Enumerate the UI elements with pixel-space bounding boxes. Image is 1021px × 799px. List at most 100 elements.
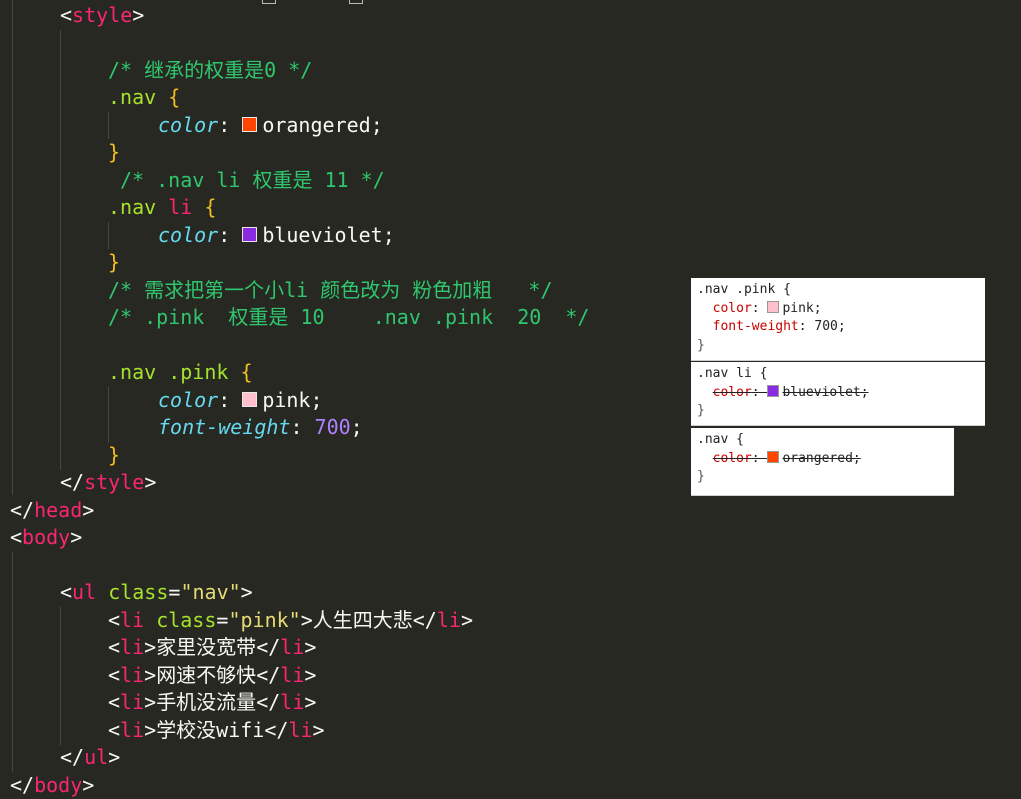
- brace: }: [108, 250, 121, 274]
- tag-name: li: [120, 663, 145, 687]
- attr-value: "pink": [228, 608, 301, 632]
- rule-selector: .nav .pink {: [697, 282, 791, 297]
- value: pink: [262, 388, 311, 412]
- rule-close-brace: }: [697, 469, 705, 484]
- code-line-body-open: <body>: [10, 525, 83, 549]
- tag-name: li: [120, 635, 145, 659]
- css-rule-nav-li[interactable]: .nav li { color: blueviolet; }: [691, 362, 985, 426]
- code-line-nav-pink-selector: .nav .pink {: [108, 359, 253, 386]
- tag-name: li: [120, 608, 145, 632]
- tag-name: ul: [72, 580, 97, 604]
- code-line-li: <li>网速不够快</li>: [108, 663, 317, 687]
- property: color: [158, 113, 219, 137]
- property: color: [158, 388, 219, 412]
- attr-value: "nav": [180, 580, 241, 604]
- tag-name: li: [436, 608, 461, 632]
- tag-name: li: [120, 718, 145, 742]
- li-text: 人生四大悲: [312, 608, 413, 632]
- tag-name: ul: [84, 745, 109, 769]
- rule-property[interactable]: color: [713, 301, 752, 316]
- indent-guide: [60, 607, 61, 745]
- code-line-li: <li>家里没宽带</li>: [108, 635, 317, 659]
- tag-name: li: [280, 663, 305, 687]
- code-line-nav-li-selector: .nav li {: [108, 194, 216, 221]
- property: color: [158, 223, 219, 247]
- tag-name: style: [72, 3, 133, 27]
- li-text: 网速不够快: [156, 663, 257, 687]
- rule-close-brace: }: [697, 403, 705, 418]
- color-swatch-icon[interactable]: [242, 227, 258, 242]
- tag-name: body: [22, 525, 71, 549]
- code-line-ul-open: <ul class="nav">: [60, 580, 253, 604]
- li-text: 学校没wifi: [156, 718, 265, 742]
- rule-value-overridden[interactable]: orangered;: [782, 451, 860, 466]
- code-line-color-orangered: color: orangered;: [158, 113, 383, 137]
- rule-value[interactable]: 700;: [814, 319, 845, 334]
- brace: }: [108, 140, 121, 164]
- code-comment: /* .pink 权重是 10 .nav .pink 20 */: [108, 305, 590, 329]
- selector: .nav: [108, 360, 157, 384]
- css-rule-nav[interactable]: .nav { color: orangered; }: [691, 428, 954, 496]
- code-line-color-blueviolet: color: blueviolet;: [158, 223, 395, 247]
- indent-guide: [108, 112, 109, 139]
- code-line-body-close: </body>: [10, 773, 95, 797]
- code-line-style-close: </style>: [60, 470, 157, 494]
- code-line-li: <li class="pink">人生四大悲</li>: [108, 608, 473, 632]
- code-line-color-pink: color: pink;: [158, 388, 323, 412]
- brace: {: [204, 195, 217, 219]
- value: blueviolet: [262, 223, 383, 247]
- value: orangered: [262, 113, 371, 137]
- color-swatch-icon[interactable]: [242, 117, 258, 132]
- top-scroll-mark: [262, 0, 276, 4]
- tag-name: li: [280, 690, 305, 714]
- code-line-li: <li>学校没wifi</li>: [108, 718, 325, 742]
- brace: {: [240, 360, 253, 384]
- brace: {: [168, 85, 181, 109]
- color-swatch-icon[interactable]: [242, 392, 258, 407]
- rule-property-overridden[interactable]: color: [713, 385, 752, 400]
- li-text: 家里没宽带: [156, 635, 257, 659]
- value: 700: [314, 415, 351, 439]
- code-line-style-open: <style>: [60, 3, 145, 27]
- rule-value-overridden[interactable]: blueviolet;: [782, 385, 868, 400]
- indent-guide: [12, 0, 13, 495]
- color-swatch-icon[interactable]: [767, 451, 780, 463]
- attr-name: class: [108, 580, 169, 604]
- rule-property-overridden[interactable]: color: [713, 451, 752, 466]
- selector: .nav: [108, 85, 157, 109]
- rule-selector: .nav {: [697, 432, 744, 447]
- tag-name: li: [120, 690, 145, 714]
- rule-close-brace: }: [697, 337, 705, 353]
- tag-name: head: [34, 498, 83, 522]
- code-comment: /* 需求把第一个小li 颜色改为 粉色加粗 */: [108, 278, 553, 302]
- top-cursor-mark: [349, 0, 363, 4]
- brace: }: [108, 443, 121, 467]
- rule-value[interactable]: pink;: [782, 301, 821, 316]
- code-comment: /* .nav li 权重是 11 */: [120, 168, 385, 192]
- tag-name: style: [84, 470, 145, 494]
- indent-guide: [60, 30, 61, 470]
- rule-selector: .nav li {: [697, 366, 768, 381]
- selector-element: li: [168, 195, 193, 219]
- li-text: 手机没流量: [156, 690, 257, 714]
- tag-name: li: [288, 718, 313, 742]
- indent-guide: [12, 552, 13, 772]
- tag-name: body: [34, 773, 83, 797]
- indent-guide: [108, 222, 109, 249]
- indent-guide: [108, 387, 109, 442]
- code-comment: /* 继承的权重是0 */: [108, 58, 313, 82]
- code-line-font-weight: font-weight: 700;: [158, 415, 363, 439]
- css-rule-nav-pink[interactable]: .nav .pink { color: pink; font-weight: 7…: [691, 278, 985, 361]
- attr-name: class: [156, 608, 217, 632]
- color-swatch-icon[interactable]: [767, 301, 780, 313]
- selector: .nav: [108, 195, 157, 219]
- code-line-nav-selector: .nav {: [108, 84, 180, 111]
- tag-name: li: [280, 635, 305, 659]
- rule-property[interactable]: font-weight: [713, 319, 799, 334]
- code-line-li: <li>手机没流量</li>: [108, 690, 317, 714]
- selector: .pink: [168, 360, 229, 384]
- code-line-head-close: </head>: [10, 498, 95, 522]
- color-swatch-icon[interactable]: [767, 385, 780, 397]
- code-line-ul-close: </ul>: [60, 745, 121, 769]
- property: font-weight: [158, 415, 291, 439]
